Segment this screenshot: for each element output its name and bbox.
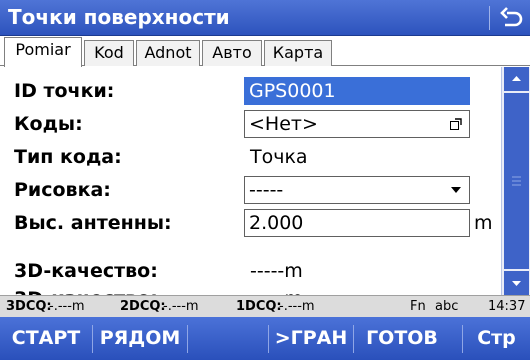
antenna-height-unit: m [474, 212, 493, 234]
codes-input[interactable]: <Нет> [244, 110, 470, 138]
tab-adnot[interactable]: Adnot [136, 40, 200, 66]
title-bar: Точки поверхности [0, 0, 530, 36]
antenna-height-input[interactable]: 2.000 [244, 209, 470, 237]
drawing-value: ----- [249, 179, 284, 201]
done-button[interactable]: ГОТОВ [354, 317, 450, 360]
point-id-label: ID точки: [14, 80, 115, 102]
empty-softkey[interactable] [188, 317, 268, 360]
measure-form: ID точки: GPS0001 Коды: <Нет> Тип кода: … [0, 67, 500, 295]
grip-icon [512, 176, 521, 186]
near-button[interactable]: РЯДОМ [93, 317, 187, 360]
tab-karta[interactable]: Карта [264, 40, 332, 66]
list-picker-icon[interactable] [449, 117, 463, 131]
tab-strip: Pomiar Kod Adnot Авто Карта [0, 36, 530, 67]
codes-value: <Нет> [249, 113, 318, 135]
back-arrow-icon [500, 7, 523, 27]
scroll-down-button[interactable] [504, 271, 529, 295]
tab-avto[interactable]: Авто [202, 40, 262, 66]
boundary-button[interactable]: >ГРАН [269, 317, 353, 360]
fn-indicator: Fn [410, 299, 426, 314]
drawing-select[interactable]: ----- [244, 176, 470, 204]
q1d-value: -.---m [279, 299, 315, 314]
status-bar: 3DCQ: -.---m 2DCQ: -.---m 1DCQ: -.---m F… [0, 295, 530, 317]
q2d-label: 2DCQ: [120, 299, 166, 314]
quality-3d-value-2: -----m [250, 287, 303, 295]
quality-3d-label: 3D-качество: [14, 260, 158, 282]
input-mode-indicator: abc [435, 299, 459, 314]
chevron-down-icon [451, 187, 461, 193]
quality-3d-value: -----m [250, 260, 303, 282]
start-button[interactable]: СТАРТ [0, 317, 92, 360]
scroll-up-button[interactable] [504, 67, 529, 91]
q3d-label: 3DCQ: [6, 299, 52, 314]
tab-kod[interactable]: Kod [84, 40, 134, 66]
clock: 14:37 [488, 299, 526, 314]
antenna-height-label: Выс. антенны: [14, 212, 172, 234]
q3d-value: -.---m [49, 299, 85, 314]
window-title: Точки поверхности [8, 5, 230, 29]
triangle-down-icon [512, 281, 521, 286]
softkey-bar: СТАРТ РЯДОМ >ГРАН ГОТОВ Стр [0, 317, 530, 360]
back-button[interactable] [495, 3, 527, 33]
q2d-value: -.---m [163, 299, 199, 314]
tab-pomiar[interactable]: Pomiar [4, 37, 82, 67]
q1d-label: 1DCQ: [236, 299, 282, 314]
title-separator [489, 6, 490, 30]
codes-label: Коды: [14, 113, 83, 135]
vertical-scrollbar[interactable] [501, 67, 530, 295]
page-button[interactable]: Стр [463, 317, 530, 360]
drawing-label: Рисовка: [14, 179, 111, 201]
code-type-label: Тип кода: [14, 146, 122, 168]
point-id-input[interactable]: GPS0001 [244, 77, 470, 105]
quality-3d-label-2: 3D-качество: [14, 287, 158, 295]
code-type-value: Точка [250, 146, 308, 168]
triangle-up-icon [512, 76, 521, 81]
scroll-thumb[interactable] [504, 93, 529, 269]
